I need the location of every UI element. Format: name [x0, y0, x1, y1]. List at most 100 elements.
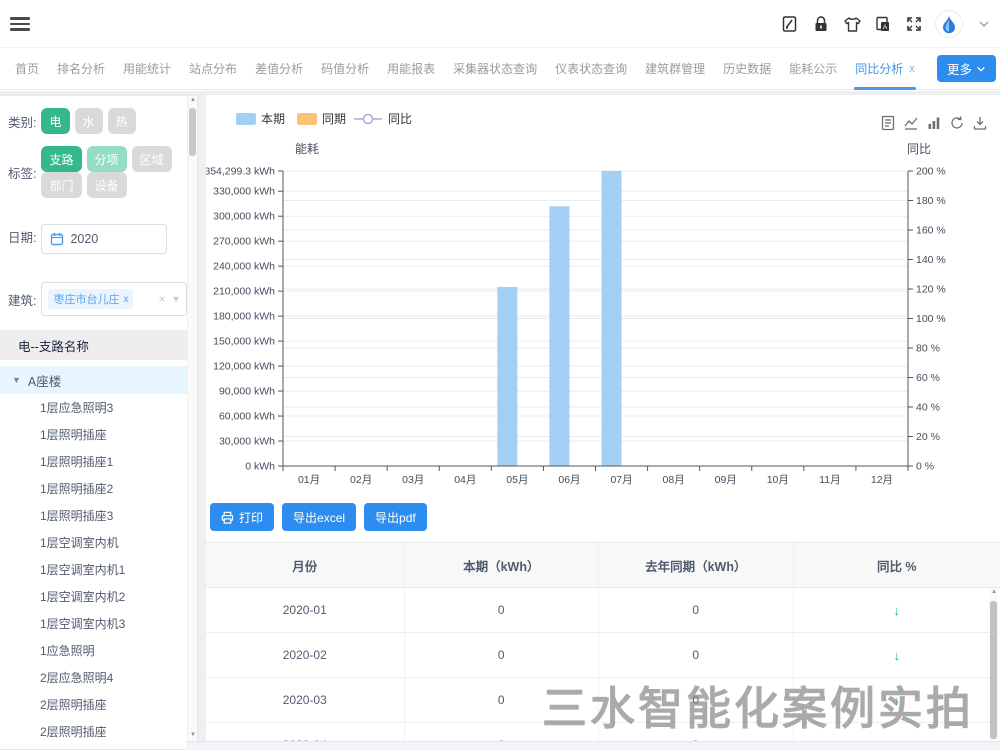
chevron-down-icon[interactable]	[974, 14, 994, 34]
scroll-up-icon[interactable]: ▲	[188, 97, 198, 103]
tag-chip-部门[interactable]: 部门	[41, 172, 81, 198]
tree-node[interactable]: 1层照明插座	[0, 421, 197, 448]
tree-node[interactable]: 1应急照明	[0, 637, 197, 664]
tree-node-parent[interactable]: ▼ A座楼	[0, 366, 197, 394]
more-button[interactable]: 更多	[937, 55, 996, 82]
tag-chip-区域[interactable]: 区域	[132, 146, 172, 172]
tree-node[interactable]: 1层应急照明3	[0, 394, 197, 421]
category-chip-热[interactable]: 热	[108, 108, 136, 134]
tab-能耗公示[interactable]: 能耗公示	[780, 48, 846, 90]
tab-仪表状态查询[interactable]: 仪表状态查询	[546, 48, 636, 90]
svg-text:140 %: 140 %	[916, 254, 946, 266]
tab-差值分析[interactable]: 差值分析	[246, 48, 312, 90]
tree-node[interactable]: 2层照明插座1	[0, 745, 197, 750]
printer-icon	[221, 511, 234, 524]
download-icon[interactable]	[972, 115, 988, 131]
building-label: 建筑:	[8, 290, 36, 309]
water-drop-logo[interactable]	[935, 10, 963, 38]
data-view-icon[interactable]	[880, 115, 896, 131]
chart-grid	[283, 171, 908, 441]
category-label: 类别:	[8, 112, 36, 131]
tab-历史数据[interactable]: 历史数据	[714, 48, 780, 90]
tag-label: 标签:	[8, 163, 36, 182]
svg-text:20 %: 20 %	[916, 431, 940, 443]
scroll-down-icon[interactable]: ▼	[188, 732, 198, 738]
yoy-table: 月份本期（kWh）去年同期（kWh）同比 % 2020-0100↓2020-02…	[206, 542, 1000, 750]
bar-本期-06月[interactable]	[549, 206, 569, 466]
sidebar-scroll-thumb[interactable]	[189, 108, 196, 156]
note-edit-icon[interactable]	[780, 14, 800, 34]
scroll-up-icon[interactable]: ▲	[989, 589, 999, 595]
category-chip-水[interactable]: 水	[75, 108, 103, 134]
bar-本期-05月[interactable]	[497, 287, 517, 466]
table-row: 2020-0300↓	[206, 678, 1000, 723]
menu-icon[interactable]	[10, 14, 30, 32]
tag-chip-支路[interactable]: 支路	[41, 146, 81, 172]
tshirt-icon[interactable]	[842, 14, 862, 34]
tree-node[interactable]: 2层应急照明4	[0, 664, 197, 691]
id-card-icon[interactable]: A	[873, 14, 893, 34]
tab-排名分析[interactable]: 排名分析	[48, 48, 114, 90]
date-value: 2020	[70, 232, 98, 246]
tree-node[interactable]: 1层空调室内机1	[0, 556, 197, 583]
export-pdf-button[interactable]: 导出pdf	[364, 503, 427, 531]
tab-建筑群管理[interactable]: 建筑群管理	[636, 48, 714, 90]
tree-node[interactable]: 1层空调室内机	[0, 529, 197, 556]
category-chip-group: 电水热	[41, 108, 140, 134]
tree-node[interactable]: 1层空调室内机3	[0, 610, 197, 637]
column-header: 同比 %	[794, 543, 1000, 587]
date-input[interactable]: 2020	[41, 224, 167, 254]
line-chart-icon[interactable]	[903, 115, 919, 131]
table-cell: 2020-03	[206, 678, 405, 722]
tree-node[interactable]: 1层照明插座2	[0, 475, 197, 502]
svg-text:60,000 kWh: 60,000 kWh	[219, 411, 275, 423]
caret-down-icon[interactable]: ▼	[12, 375, 21, 385]
tree-header: 电--支路名称	[0, 330, 197, 360]
tab-bar: 首页排名分析用能统计站点分布差值分析码值分析用能报表采集器状态查询仪表状态查询建…	[0, 48, 1000, 90]
tab-close-icon[interactable]: x	[909, 63, 915, 75]
legend-swatch-同期	[297, 113, 317, 125]
table-scrollbar[interactable]: ▲	[989, 588, 998, 750]
table-cell: 0	[599, 633, 794, 677]
category-chip-电[interactable]: 电	[41, 108, 69, 134]
fullscreen-icon[interactable]	[904, 14, 924, 34]
tab-采集器状态查询[interactable]: 采集器状态查询	[444, 48, 546, 90]
lock-icon[interactable]	[811, 14, 831, 34]
tag-chip-设备[interactable]: 设备	[87, 172, 127, 198]
bar-本期-07月[interactable]	[602, 171, 622, 466]
svg-text:0 kWh: 0 kWh	[245, 461, 275, 473]
bar-chart-icon[interactable]	[926, 115, 942, 131]
print-button[interactable]: 打印	[210, 503, 274, 531]
tree-node[interactable]: 1层照明插座1	[0, 448, 197, 475]
tree-node[interactable]: 1层空调室内机2	[0, 583, 197, 610]
chart-toolbox	[880, 115, 988, 131]
horizontal-scrollbar-track[interactable]	[186, 741, 1000, 750]
tree-node[interactable]: 2层照明插座	[0, 718, 197, 745]
svg-text:同期: 同期	[322, 112, 346, 126]
tag-close-icon[interactable]: x	[123, 294, 128, 305]
svg-text:08月: 08月	[663, 474, 685, 486]
tree-node[interactable]: 1层照明插座3	[0, 502, 197, 529]
svg-text:12月: 12月	[871, 474, 893, 486]
tab-首页[interactable]: 首页	[6, 48, 48, 90]
chart-legend[interactable]: 本期同期同比	[236, 112, 412, 126]
export-excel-button[interactable]: 导出excel	[282, 503, 356, 531]
restore-icon[interactable]	[949, 115, 965, 131]
select-clear-icon[interactable]: ×	[159, 292, 166, 306]
header-actions: A	[780, 0, 998, 48]
tag-chip-分项[interactable]: 分项	[87, 146, 127, 172]
svg-text:240,000 kWh: 240,000 kWh	[213, 261, 275, 273]
building-select[interactable]: 枣庄市台儿庄 x × ▼	[41, 282, 187, 316]
svg-text:330,000 kWh: 330,000 kWh	[213, 186, 275, 198]
tab-同比分析[interactable]: 同比分析x	[846, 48, 924, 90]
table-scroll-thumb[interactable]	[990, 601, 997, 739]
svg-text:04月: 04月	[454, 474, 476, 486]
tab-用能统计[interactable]: 用能统计	[114, 48, 180, 90]
tree-node[interactable]: 2层照明插座	[0, 691, 197, 718]
tab-码值分析[interactable]: 码值分析	[312, 48, 378, 90]
tab-站点分布[interactable]: 站点分布	[180, 48, 246, 90]
more-button-label: 更多	[947, 59, 972, 78]
building-tag-label: 枣庄市台儿庄	[53, 291, 119, 307]
tab-用能报表[interactable]: 用能报表	[378, 48, 444, 90]
sidebar-scrollbar[interactable]: ▲ ▼	[187, 96, 197, 750]
